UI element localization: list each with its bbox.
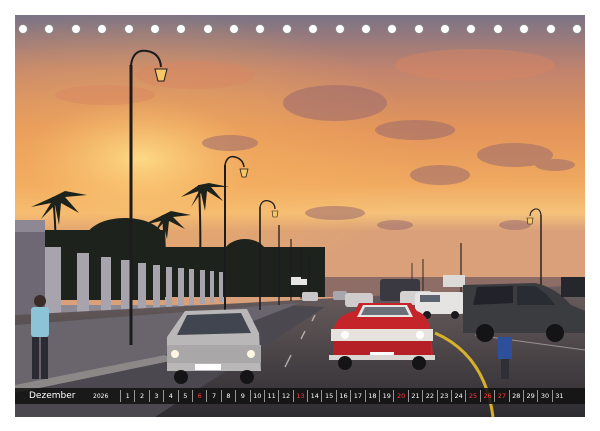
- binding-ring: [149, 24, 160, 34]
- calendar-day: 31: [551, 390, 566, 402]
- binding-ring: [176, 24, 187, 34]
- month-label: Dezember: [29, 391, 76, 401]
- binding-ring: [334, 24, 345, 34]
- binding-ring: [492, 24, 503, 34]
- binding-ring: [413, 24, 424, 34]
- calendar-day: 5: [177, 390, 192, 402]
- calendar-photo: [15, 15, 585, 417]
- calendar-day: 18: [364, 390, 379, 402]
- calendar-day: 10: [249, 390, 264, 402]
- binding-ring: [255, 24, 266, 34]
- binding-ring: [308, 24, 319, 34]
- binding-ring: [44, 24, 55, 34]
- calendar-day: 27: [494, 390, 508, 402]
- calendar-day: 6: [191, 390, 206, 402]
- calendar-day: 7: [206, 390, 220, 402]
- calendar-day: 22: [422, 390, 436, 402]
- binding-ring: [123, 24, 134, 34]
- calendar-strip: Dezember 2026 1 2 3 4 5 6 7 8 9 10 11 12 13 14 15 16 17 1…: [15, 388, 585, 404]
- calendar-day: 2: [134, 390, 148, 402]
- binding-ring: [70, 24, 81, 34]
- calendar-day: 12: [278, 390, 292, 402]
- binding-ring: [18, 24, 28, 34]
- calendar-day: 8: [220, 390, 235, 402]
- calendar-day: 1: [120, 390, 134, 402]
- calendar-day: 13: [292, 390, 307, 402]
- calendar-day: 17: [350, 390, 364, 402]
- calendar-day: 20: [393, 390, 407, 402]
- binding-ring: [97, 24, 108, 34]
- binding-rings: [18, 24, 582, 38]
- binding-ring: [202, 24, 213, 34]
- calendar-day: 30: [537, 390, 551, 402]
- year-label: 2026: [93, 392, 109, 400]
- binding-ring: [545, 24, 556, 34]
- binding-ring: [572, 24, 582, 34]
- binding-ring: [281, 24, 292, 34]
- binding-ring: [360, 24, 371, 34]
- binding-ring: [440, 24, 451, 34]
- calendar-day: 28: [508, 390, 523, 402]
- calendar-day: 16: [335, 390, 350, 402]
- calendar-day: 4: [163, 390, 177, 402]
- binding-ring: [466, 24, 477, 34]
- binding-ring: [387, 24, 398, 34]
- day-list: 1 2 3 4 5 6 7 8 9 10 11 12 13 14 15 16 17 18 19 20 21 22 23 24 2…: [120, 390, 566, 402]
- binding-ring: [519, 24, 530, 34]
- calendar-day: 29: [522, 390, 537, 402]
- calendar-day: 15: [321, 390, 335, 402]
- calendar-day: 24: [450, 390, 465, 402]
- calendar-day: 21: [407, 390, 422, 402]
- calendar-day: 26: [479, 390, 494, 402]
- calendar-day: 19: [379, 390, 393, 402]
- calendar-day: 14: [307, 390, 321, 402]
- sunset-street-scene: [15, 15, 585, 417]
- calendar-day: 11: [263, 390, 278, 402]
- binding-ring: [229, 24, 240, 34]
- calendar-day: 25: [465, 390, 479, 402]
- calendar-day: 3: [148, 390, 163, 402]
- calendar-day: 23: [436, 390, 451, 402]
- calendar-page: Dezember 2026 1 2 3 4 5 6 7 8 9 10 11 12 13 14 15 16 17 1…: [0, 0, 600, 431]
- calendar-day: 9: [235, 390, 249, 402]
